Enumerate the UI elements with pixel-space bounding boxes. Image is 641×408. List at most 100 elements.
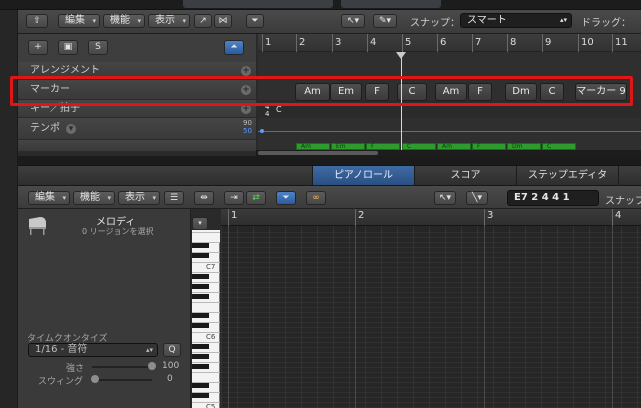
left-gutter <box>0 10 18 408</box>
midi-region[interactable]: C <box>402 143 436 150</box>
bar-number: 10 <box>581 37 594 48</box>
editor-edit-menu[interactable]: 編集 ▾ <box>28 191 70 205</box>
grid-bar-line <box>228 226 229 408</box>
quantize-apply-button[interactable]: Q <box>163 343 181 357</box>
tempo-point[interactable] <box>260 129 264 133</box>
black-key[interactable] <box>192 364 209 369</box>
grid-row-line <box>221 342 641 343</box>
transport-display-2 <box>341 0 441 8</box>
grid-row-line <box>221 392 641 393</box>
black-key[interactable] <box>192 274 209 279</box>
up-arrow-button[interactable]: ⇧ <box>26 14 48 28</box>
add-track-button[interactable]: + <box>28 40 48 55</box>
grid-row-line <box>221 357 641 358</box>
black-key[interactable] <box>192 323 209 328</box>
grid-row-line <box>221 237 641 238</box>
editor-ruler[interactable] <box>221 209 641 226</box>
grid-row-line <box>221 367 641 368</box>
split-divider[interactable] <box>18 156 641 165</box>
swing-slider-track[interactable] <box>92 379 152 381</box>
solo-button[interactable]: S <box>88 40 108 55</box>
midi-region[interactable]: C <box>542 143 576 150</box>
tab-step-editor[interactable]: ステップエディタ <box>516 166 618 185</box>
black-key[interactable] <box>192 243 209 248</box>
bar-number: 1 <box>265 37 272 48</box>
pencil-tool-button[interactable]: ✎▾ <box>373 14 397 28</box>
grid-row-line <box>221 277 641 278</box>
editor-function-menu[interactable]: 機能 ▾ <box>73 191 115 205</box>
grid-beat-line <box>573 226 574 408</box>
grid-beat-line <box>301 226 302 408</box>
octave-label: C7 <box>206 263 216 271</box>
black-key[interactable] <box>192 284 209 289</box>
grid-beat-line <box>541 226 542 408</box>
playhead-handle[interactable] <box>396 52 406 59</box>
midi-region[interactable]: F <box>472 143 506 150</box>
quantize-select[interactable]: 1/16 - 音符 ▴▾ <box>28 343 158 357</box>
chain-link-icon[interactable]: ∞ <box>306 191 326 205</box>
tab-score[interactable]: スコア <box>414 166 516 185</box>
editor-pointer-tool[interactable]: ↖▾ <box>434 191 456 205</box>
black-key[interactable] <box>192 344 209 349</box>
bar-number: 9 <box>545 37 552 48</box>
editor-view-menu[interactable]: 表示 ▾ <box>118 191 160 205</box>
black-key[interactable] <box>192 383 209 388</box>
grid-beat-line <box>397 226 398 408</box>
black-key[interactable] <box>192 354 209 359</box>
black-key[interactable] <box>192 294 209 299</box>
grid-row-line <box>221 287 641 288</box>
midi-region[interactable]: F <box>366 143 400 150</box>
swing-slider-knob[interactable] <box>91 375 99 383</box>
editor-pencil-tool[interactable]: ╲▾ <box>466 191 488 205</box>
function-menu[interactable]: 機能 ▾ <box>103 14 145 28</box>
grand-piano-icon <box>26 213 48 237</box>
snap-select[interactable]: スマート ▴▾ <box>460 13 572 28</box>
black-key[interactable] <box>192 393 209 398</box>
tab-piano-roll[interactable]: ピアノロール <box>312 166 414 185</box>
editor-bar-number: 3 <box>487 210 494 221</box>
strength-slider-track[interactable] <box>92 366 152 368</box>
midi-region[interactable]: Am <box>437 143 471 150</box>
white-key-edge <box>192 362 220 363</box>
time-signature: 44 <box>265 104 269 118</box>
midi-region[interactable]: Dm <box>507 143 541 150</box>
chevron-down-icon: ▾ <box>107 194 111 202</box>
grid-beat-line <box>221 226 222 408</box>
grid-beat-line <box>525 226 526 408</box>
folder-icon[interactable]: ▣ <box>58 40 78 55</box>
black-key[interactable] <box>192 253 209 258</box>
grid-row-line <box>221 272 641 273</box>
white-key-edge <box>192 232 220 233</box>
tempo-menu-icon[interactable]: ▾ <box>66 124 76 134</box>
pointer-tool-button[interactable]: ↖▾ <box>341 14 365 28</box>
grid-row-line <box>221 252 641 253</box>
midi-out-icon[interactable]: ⇄ <box>246 191 266 205</box>
midi-region[interactable]: Am <box>296 143 330 150</box>
view-menu[interactable]: 表示 ▾ <box>148 14 190 28</box>
region-selection-count: 0 リージョンを選択 <box>82 227 154 236</box>
grid-row-line <box>221 362 641 363</box>
sig-bottom: 4 <box>265 110 270 118</box>
link-icon[interactable]: ⋈ <box>214 14 232 28</box>
strength-slider-knob[interactable] <box>148 362 156 370</box>
tempo-track[interactable]: テンポ <box>18 118 256 140</box>
black-key[interactable] <box>192 313 209 318</box>
list-icon[interactable]: ☰ <box>164 191 184 205</box>
midi-in-icon[interactable]: ⇥ <box>224 191 244 205</box>
filter-icon[interactable]: ⏷ <box>246 14 264 28</box>
split-icon[interactable]: ⇹ <box>194 191 214 205</box>
editor-bar-tick <box>355 209 356 226</box>
scroll-thumb[interactable] <box>258 151 378 155</box>
editor-filter-icon[interactable]: ⏷ <box>276 191 296 205</box>
midi-region[interactable]: Em <box>331 143 365 150</box>
add-arrangement-icon[interactable]: + <box>241 66 251 76</box>
grid-beat-line <box>349 226 350 408</box>
white-key-edge <box>192 292 220 293</box>
grid-row-line <box>221 322 641 323</box>
catch-icon[interactable]: ↗ <box>194 14 212 28</box>
inspector-menu-button[interactable]: ▾ <box>192 217 208 230</box>
global-tracks-toggle[interactable]: ⏶ <box>224 40 244 55</box>
edit-menu[interactable]: 編集 ▾ <box>58 14 100 28</box>
grid-beat-line <box>381 226 382 408</box>
grid-beat-line <box>477 226 478 408</box>
